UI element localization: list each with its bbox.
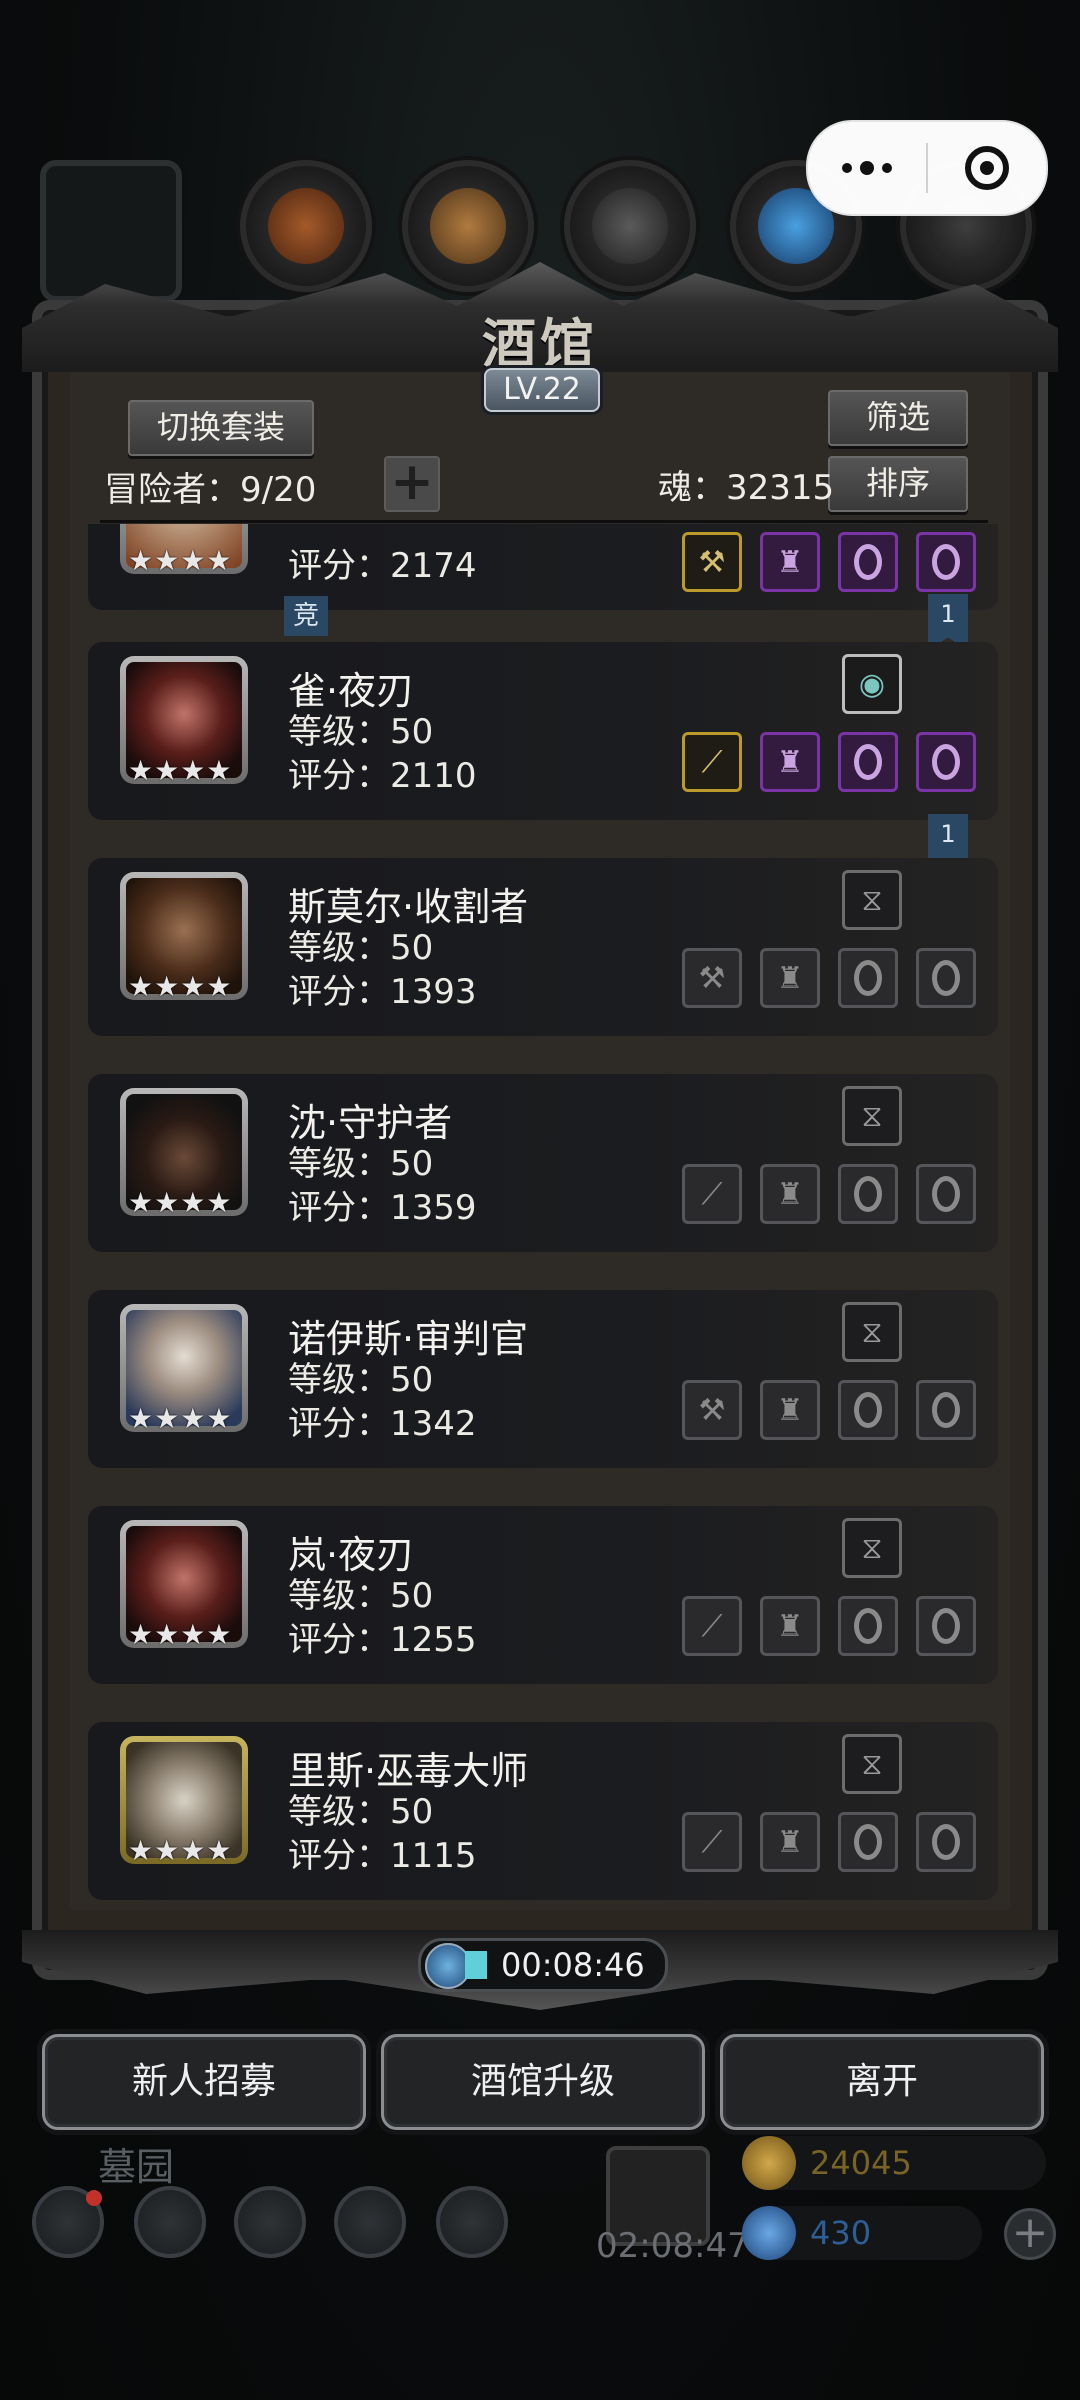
hammer-slot-icon[interactable]: ⚒ <box>682 1380 742 1440</box>
ring-icon[interactable] <box>838 532 898 592</box>
ring-slot-icon[interactable] <box>838 1164 898 1224</box>
ring-icon[interactable] <box>916 532 976 592</box>
hourglass-slot-icon[interactable]: ⧖ <box>842 1734 902 1794</box>
ring-slot-icon[interactable] <box>916 1380 976 1440</box>
blade-slot-icon[interactable]: ⟋ <box>682 1596 742 1656</box>
staff-slot-icon[interactable]: ⟋ <box>682 1812 742 1872</box>
ring-icon[interactable] <box>838 732 898 792</box>
star-rating: ★ ★ ★ ★ <box>128 1402 232 1435</box>
hero-level: 等级：50 <box>288 712 434 752</box>
hourglass-slot-icon[interactable]: ⧖ <box>842 1302 902 1362</box>
gem-value: 430 <box>810 2214 872 2252</box>
armor-slot-icon[interactable]: ♜ <box>760 1812 820 1872</box>
sword-slot-icon[interactable]: ⟋ <box>682 1164 742 1224</box>
gold-counter: 24045 <box>742 2136 1046 2190</box>
hero-card[interactable]: ★ ★ ★ ★ 里斯·巫毒大师 等级：50 评分：1115 ⧖ ⟋ ♜ <box>88 1722 998 1900</box>
ring-slot-icon[interactable] <box>916 1596 976 1656</box>
hero-score: 评分：1115 <box>288 1836 477 1876</box>
hero-card[interactable]: ★ ★ ★ ★ 岚·夜刃 等级：50 评分：1255 ⧖ ⟋ ♜ <box>88 1506 998 1684</box>
timer-progress <box>465 1951 487 1979</box>
star-badge-icon[interactable] <box>134 2186 206 2258</box>
hourglass-slot-icon[interactable]: ⧖ <box>842 1086 902 1146</box>
hourglass-slot-icon[interactable]: ⧖ <box>842 870 902 930</box>
hero-level: 等级：50 <box>288 928 434 968</box>
recruit-button[interactable]: 新人招募 <box>42 2034 366 2130</box>
armor-slot-icon[interactable]: ♜ <box>760 1380 820 1440</box>
iron-ingot-icon[interactable] <box>564 160 696 292</box>
relic-slot-icon[interactable]: ◉ <box>842 654 902 714</box>
star-rating: ★ ★ ★ ★ <box>128 1186 232 1219</box>
ring-slot-icon[interactable] <box>838 948 898 1008</box>
armor-icon[interactable]: ♜ <box>760 532 820 592</box>
header-divider <box>100 520 988 523</box>
mini-program-capsule <box>806 120 1048 216</box>
hero-card[interactable]: ★ ★ ★ ★ 雀·夜刃 等级：50 评分：2110 ◉ ⟋ ♜ <box>88 642 998 820</box>
spear-weapon-icon[interactable]: ⟋ <box>682 732 742 792</box>
adventurer-count: 冒险者：9/20 <box>104 470 317 510</box>
star-rating: ★ ★ ★ ★ <box>128 970 232 1003</box>
star-rating: ★ ★ ★ ★ <box>128 1618 232 1651</box>
tavern-level-badge: LV.22 <box>484 368 600 412</box>
dice-icon[interactable] <box>436 2186 508 2258</box>
ring-slot-icon[interactable] <box>916 1812 976 1872</box>
star-rating: ★ ★ ★ ★ <box>128 1834 232 1867</box>
switch-set-button[interactable]: 切换套装 <box>128 400 314 456</box>
axe-weapon-icon[interactable]: ⚒ <box>682 532 742 592</box>
location-label: 墓园 <box>98 2145 175 2189</box>
ring-slot-icon[interactable] <box>838 1596 898 1656</box>
ring-slot-icon[interactable] <box>838 1812 898 1872</box>
wood-plank-icon[interactable] <box>402 160 534 292</box>
gem-icon <box>742 2206 796 2260</box>
plus-icon[interactable]: + <box>384 456 440 512</box>
gem-counter: 430 <box>742 2206 982 2260</box>
hero-level: 等级：50 <box>288 1144 434 1184</box>
gold-coin-icon <box>742 2136 796 2190</box>
hero-card[interactable]: ★ ★ ★ ★ 沈·守护者 等级：50 评分：1359 ⧖ ⟋ ♜ <box>88 1074 998 1252</box>
add-currency-icon[interactable]: + <box>1004 2208 1056 2260</box>
armor-slot-icon[interactable]: ♜ <box>760 1164 820 1224</box>
hero-score: 评分：1393 <box>288 972 477 1012</box>
armor-slot-icon[interactable]: ♜ <box>760 1596 820 1656</box>
filter-button[interactable]: 筛选 <box>828 390 968 446</box>
hero-score: 评分：1359 <box>288 1188 477 1228</box>
gold-value: 24045 <box>810 2144 912 2182</box>
armor-icon[interactable]: ♜ <box>760 732 820 792</box>
tavern-timer: 00:08:46 <box>418 1938 668 1992</box>
compete-tag: 竞 <box>284 596 328 636</box>
hero-score: 评分：1342 <box>288 1404 477 1444</box>
hero-level: 等级：50 <box>288 1360 434 1400</box>
armor-slot-icon[interactable]: ♜ <box>760 948 820 1008</box>
ring-slot-icon[interactable] <box>838 1380 898 1440</box>
target-close-icon[interactable] <box>928 146 1046 190</box>
upgrade-tavern-button[interactable]: 酒馆升级 <box>381 2034 705 2130</box>
axe-slot-icon[interactable]: ⚒ <box>682 948 742 1008</box>
soul-count: 魂：32315 <box>658 468 835 508</box>
ring-slot-icon[interactable] <box>916 1164 976 1224</box>
leather-armor-icon[interactable] <box>240 160 372 292</box>
hero-card[interactable]: ★ ★ ★ ★ 评分：2174 ⚒ ♜ <box>88 524 998 610</box>
star-rating: ★ ★ ★ ★ <box>128 754 232 787</box>
hourglass-slot-icon[interactable]: ⧖ <box>842 1518 902 1578</box>
hero-level: 等级：50 <box>288 1576 434 1616</box>
map-icon[interactable] <box>234 2186 306 2258</box>
notification-dot <box>86 2190 102 2206</box>
gift-timer: 02:08:47 <box>596 2226 749 2266</box>
ring-icon[interactable] <box>916 732 976 792</box>
hero-score: 评分：2174 <box>288 546 477 586</box>
mail-icon[interactable] <box>334 2186 406 2258</box>
sort-button[interactable]: 排序 <box>828 456 968 512</box>
star-rating: ★ ★ ★ ★ <box>128 544 232 577</box>
ring-slot-icon[interactable] <box>916 948 976 1008</box>
hero-list[interactable]: ★ ★ ★ ★ 评分：2174 ⚒ ♜ 竞 1 ★ ★ ★ ★ 雀·夜刃 等级：50 评分：… <box>70 524 1010 1904</box>
hero-card[interactable]: ★ ★ ★ ★ 斯莫尔·收割者 等级：50 评分：1393 ⧖ ⚒ ♜ <box>88 858 998 1036</box>
hero-card[interactable]: ★ ★ ★ ★ 诺伊斯·审判官 等级：50 评分：1342 ⧖ ⚒ ♜ <box>88 1290 998 1468</box>
more-dots-icon[interactable] <box>808 122 926 214</box>
dragon-portrait-icon[interactable] <box>40 160 182 302</box>
hero-score: 评分：2110 <box>288 756 477 796</box>
hero-score: 评分：1255 <box>288 1620 477 1660</box>
leave-button[interactable]: 离开 <box>720 2034 1044 2130</box>
hero-level: 等级：50 <box>288 1792 434 1832</box>
timer-text: 00:08:46 <box>501 1946 645 1984</box>
